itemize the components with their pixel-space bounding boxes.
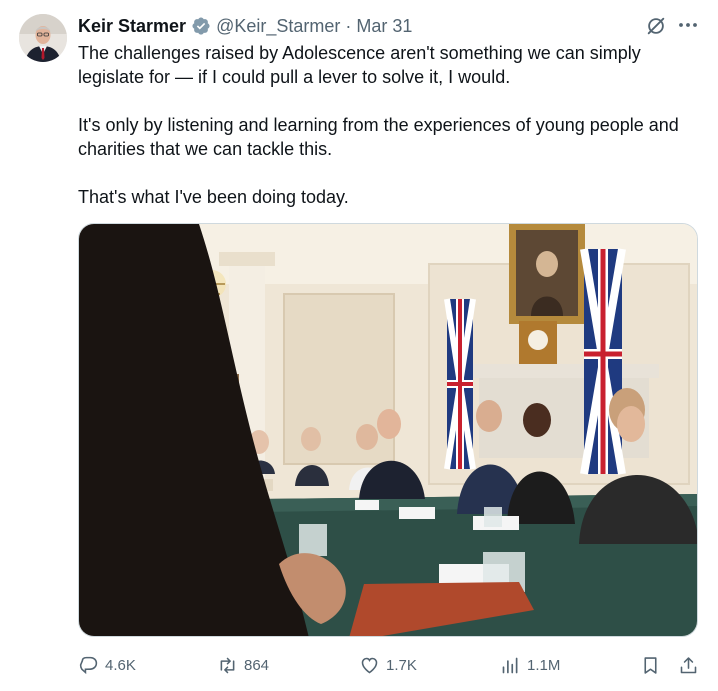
bookmark-button[interactable] — [640, 650, 661, 680]
repost-count: 864 — [244, 656, 270, 674]
reply-icon — [79, 656, 98, 674]
grok-icon[interactable] — [645, 15, 667, 37]
tweet-header: Keir Starmer @Keir_Starmer · Mar 31 — [78, 15, 412, 37]
repost-button[interactable]: 864 — [217, 650, 269, 680]
author-handle[interactable]: @Keir_Starmer — [216, 16, 340, 37]
tweet-date[interactable]: Mar 31 — [356, 16, 412, 37]
bookmark-icon — [644, 656, 657, 674]
reply-button[interactable]: 4.6K — [78, 650, 136, 680]
more-options-icon[interactable] — [676, 14, 700, 36]
verified-badge-icon[interactable] — [191, 16, 211, 36]
like-count: 1.7K — [386, 656, 417, 674]
tweet-paragraph: It's only by listening and learning from… — [78, 115, 679, 159]
reply-count: 4.6K — [105, 656, 136, 674]
share-icon — [680, 656, 697, 673]
like-button[interactable]: 1.7K — [359, 650, 417, 680]
heart-icon — [361, 657, 378, 673]
repost-icon — [220, 657, 235, 673]
author-name[interactable]: Keir Starmer — [78, 16, 186, 37]
tweet-text: The challenges raised by Adolescence are… — [78, 41, 708, 209]
views-count: 1.1M — [527, 656, 561, 674]
tweet-card[interactable]: Keir Starmer @Keir_Starmer · Mar 31 The … — [0, 0, 718, 691]
tweet-paragraph: The challenges raised by Adolescence are… — [78, 43, 641, 87]
avatar[interactable] — [19, 14, 67, 62]
header-separator: · — [345, 15, 352, 36]
tweet-photo[interactable] — [78, 223, 698, 637]
action-bar: 4.6K 864 1.7K 1.1M — [0, 650, 718, 680]
views-button[interactable]: 1.1M — [500, 650, 560, 680]
share-button[interactable] — [678, 650, 699, 680]
views-icon — [502, 657, 518, 673]
tweet-paragraph: That's what I've been doing today. — [78, 187, 349, 207]
